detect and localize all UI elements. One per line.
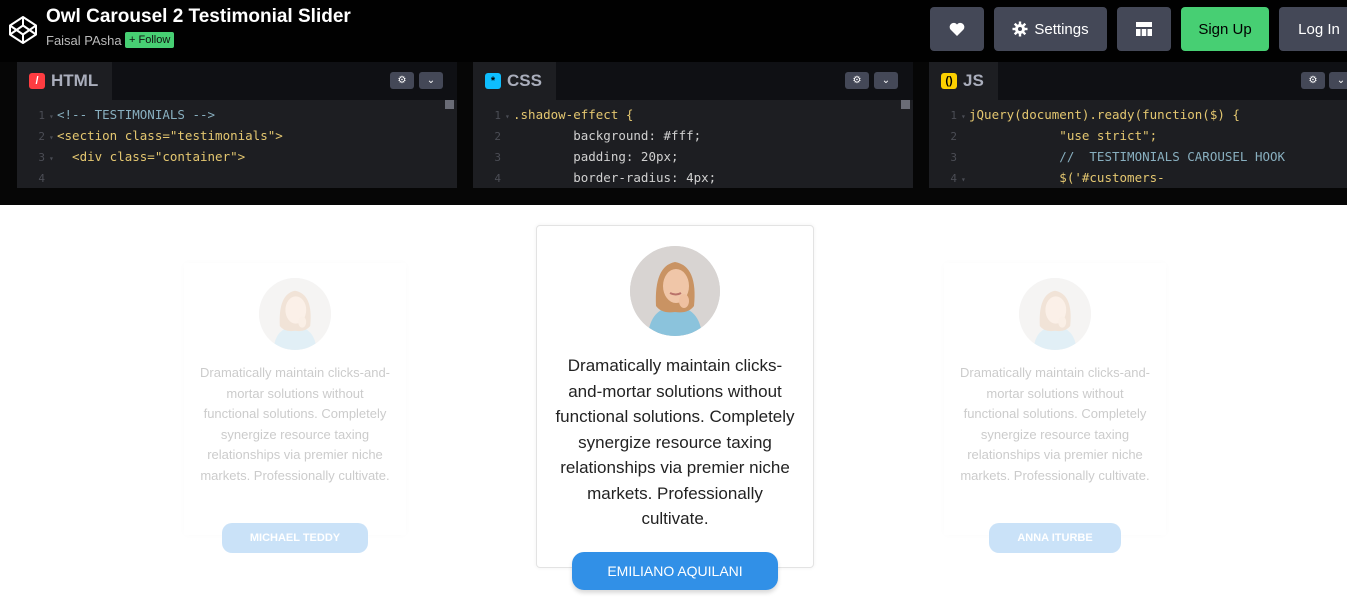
- testimonial-text: Dramatically maintain clicks-and-mortar …: [200, 365, 390, 483]
- sign-up-button[interactable]: Sign Up: [1181, 7, 1269, 51]
- code-line: 3 // TESTIMONIALS CAROUSEL HOOK: [950, 149, 1286, 164]
- editor-panes: / HTML ⚙ ⌄ 1 ▾ <!-- TESTIMONIALS --> 2 ▾ <se…: [0, 62, 1347, 188]
- tab-css[interactable]: * CSS: [473, 62, 556, 100]
- chevron-down-icon: ⌄: [426, 75, 436, 86]
- code-line: 2 "use strict";: [950, 128, 1158, 143]
- code-line: 1 ▾ jQuery(document).ready(function($) {: [950, 107, 1240, 122]
- avatar: [1019, 278, 1091, 350]
- html-icon: /: [29, 73, 45, 89]
- pen-title[interactable]: Owl Carousel 2 Testimonial Slider: [46, 6, 351, 28]
- js-expand-button[interactable]: ⌄: [1329, 72, 1347, 89]
- tab-html-label: HTML: [51, 71, 99, 90]
- code-line: 4 border-radius: 4px;: [494, 170, 717, 185]
- resize-handle[interactable]: [0, 188, 1347, 205]
- css-icon: *: [485, 73, 501, 89]
- tab-css-label: CSS: [507, 71, 542, 90]
- testimonial-card[interactable]: Dramatically maintain clicks-and-mortar …: [944, 263, 1166, 553]
- tab-js[interactable]: () JS: [929, 62, 998, 100]
- code-line: 2 background: #fff;: [494, 128, 702, 143]
- code-line: 1 ▾ .shadow-effect {: [494, 107, 634, 122]
- top-bar: Owl Carousel 2 Testimonial Slider Faisal…: [0, 0, 1347, 62]
- settings-button[interactable]: Settings: [994, 7, 1107, 51]
- preview-area: Dramatically maintain clicks-and-mortar …: [0, 205, 1347, 598]
- name-badge: MICHAEL TEDDY: [222, 523, 368, 553]
- avatar: [630, 246, 720, 336]
- person-icon: [259, 278, 331, 350]
- js-icon: (): [941, 73, 957, 89]
- person-icon: [630, 246, 720, 336]
- avatar: [259, 278, 331, 350]
- testimonial-card[interactable]: Dramatically maintain clicks-and-mortar …: [184, 263, 406, 553]
- code-line: 4: [38, 172, 45, 185]
- settings-label: Settings: [1034, 20, 1089, 38]
- js-editor-pane: () JS ⚙ ⌄ 1 ▾ jQuery(document).ready(funct…: [929, 62, 1347, 188]
- name-badge: EMILIANO AQUILANI: [572, 552, 778, 590]
- html-editor-pane: / HTML ⚙ ⌄ 1 ▾ <!-- TESTIMONIALS --> 2 ▾ <se…: [17, 62, 457, 188]
- code-line: 1 ▾ <!-- TESTIMONIALS -->: [38, 107, 216, 122]
- code-line: 2 ▾ <section class="testimonials">: [38, 128, 283, 143]
- js-code[interactable]: 1 ▾ jQuery(document).ready(function($) { 2…: [929, 104, 1347, 188]
- name-badge: ANNA ITURBE: [989, 523, 1121, 553]
- change-view-button[interactable]: [1117, 7, 1171, 51]
- js-settings-button[interactable]: ⚙: [1301, 72, 1325, 89]
- html-expand-button[interactable]: ⌄: [419, 72, 443, 89]
- gear-icon: [1012, 21, 1028, 37]
- code-line: 3 padding: 20px;: [494, 149, 679, 164]
- gear-icon: ⚙: [1308, 75, 1318, 86]
- code-line: 4 ▾ $('#customers-: [950, 170, 1165, 185]
- author-name[interactable]: Faisal PAsha: [46, 33, 122, 48]
- testimonial-text: Dramatically maintain clicks-and-mortar …: [555, 356, 795, 528]
- like-button[interactable]: [930, 7, 984, 51]
- person-icon: [1019, 278, 1091, 350]
- codepen-logo-icon[interactable]: [8, 15, 38, 45]
- testimonial-card-active[interactable]: Dramatically maintain clicks-and-mortar …: [536, 225, 814, 590]
- html-code[interactable]: 1 ▾ <!-- TESTIMONIALS --> 2 ▾ <section class…: [17, 104, 457, 188]
- layout-grid-icon: [1136, 22, 1152, 36]
- html-settings-button[interactable]: ⚙: [390, 72, 414, 89]
- css-expand-button[interactable]: ⌄: [874, 72, 898, 89]
- gear-icon: ⚙: [397, 75, 407, 86]
- tab-js-label: JS: [963, 71, 984, 90]
- chevron-down-icon: ⌄: [881, 75, 891, 86]
- tab-html[interactable]: / HTML: [17, 62, 113, 100]
- follow-button[interactable]: + Follow: [125, 32, 175, 48]
- css-editor-pane: * CSS ⚙ ⌄ 1 ▾ .shadow-effect { 2 backgroun…: [473, 62, 913, 188]
- log-in-button[interactable]: Log In: [1279, 7, 1347, 51]
- testimonial-text: Dramatically maintain clicks-and-mortar …: [960, 365, 1150, 483]
- gear-icon: ⚙: [852, 75, 862, 86]
- code-line: 3 ▾ <div class="container">: [38, 149, 246, 164]
- css-code[interactable]: 1 ▾ .shadow-effect { 2 background: #fff; 3…: [473, 104, 913, 188]
- heart-icon: [949, 22, 965, 36]
- chevron-down-icon: ⌄: [1336, 75, 1346, 86]
- css-settings-button[interactable]: ⚙: [845, 72, 869, 89]
